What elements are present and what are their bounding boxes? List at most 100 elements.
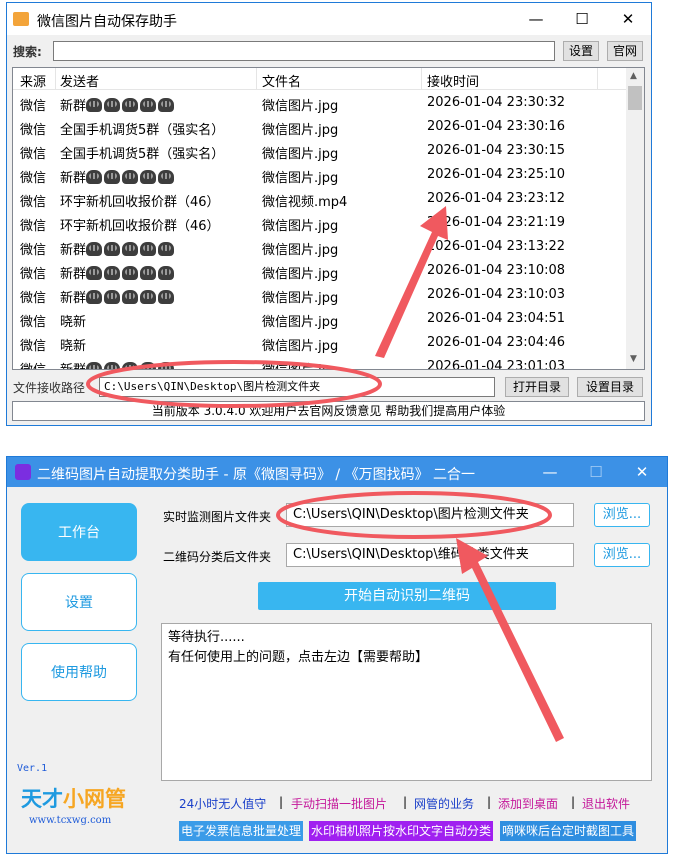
maximize-button[interactable]: ☐ (559, 7, 605, 31)
cell-text: 微信 (20, 123, 47, 138)
cell-text: 2026-01-04 23:04:51 (427, 311, 566, 326)
header-source[interactable]: 来源 (20, 71, 46, 90)
scroll-up-icon[interactable]: ▲ (630, 71, 637, 81)
table-row[interactable]: 微信 新群 微信图片.jpg 2026-01-04 23:10:03 (13, 284, 626, 308)
link-separator: | (403, 795, 408, 809)
table-row[interactable]: 微信 新群 微信图片.jpg 2026-01-04 23:13:22 (13, 236, 626, 260)
cell-text: 2026-01-04 23:21:19 (427, 215, 566, 230)
table-row[interactable]: 微信 全国手机调货5群（强实名） 微信图片.jpg 2026-01-04 23:30:… (13, 116, 626, 140)
sticker-emoji-icon (140, 266, 157, 280)
sticker-emoji-icon (158, 170, 175, 184)
settings-button[interactable]: 设置 (563, 41, 599, 61)
log-line: 有任何使用上的问题，点击左边【需要帮助】 (168, 650, 429, 665)
cell-text: 新群 (60, 99, 87, 114)
table-row[interactable]: 微信 新群 微信图片.jpg 2026-01-04 23:25:10 (13, 164, 626, 188)
sticker-emoji-icon (122, 266, 139, 280)
table-row[interactable]: 微信 环宇新机回收报价群（46） 微信图片.jpg 2026-01-04 23:21:… (13, 212, 626, 236)
header-received-time[interactable]: 接收时间 (427, 71, 479, 90)
link-manual-scan[interactable]: 手动扫描一批图片 (291, 795, 387, 812)
log-output[interactable]: 等待执行...... 有任何使用上的问题，点击左边【需要帮助】 (161, 623, 652, 781)
link-add-desktop[interactable]: 添加到桌面 (498, 795, 558, 812)
logo: 天才小网管 (21, 783, 126, 813)
tag-invoice-tool[interactable]: 电子发票信息批量处理 (179, 821, 304, 841)
cell-source: 微信 (20, 191, 46, 210)
link-exit[interactable]: 退出软件 (582, 795, 630, 812)
link-netadmin-business[interactable]: 网管的业务 (414, 795, 474, 812)
cell-source: 微信 (20, 95, 46, 114)
cell-file: 微信图片.jpg (262, 239, 338, 258)
cell-file: 微信图片.jpg (262, 287, 338, 306)
cell-text: 微信 (20, 363, 46, 369)
sticker-emoji-icon (104, 290, 121, 304)
tag-watermark-tool[interactable]: 水印相机照片按水印文字自动分类 (309, 821, 494, 841)
official-site-button[interactable]: 官网 (607, 41, 643, 61)
cell-text: 2026-01-04 23:25:10 (427, 167, 566, 182)
cell-text: 晓新 (60, 315, 87, 330)
search-input[interactable] (53, 41, 555, 61)
link-unattended[interactable]: 24小时无人值守 (179, 795, 266, 812)
cell-text: 晓新 (60, 339, 87, 354)
cell-time: 2026-01-04 23:10:08 (427, 263, 565, 278)
logo-text-1: 天才 (21, 787, 63, 811)
nav-workbench[interactable]: 工作台 (21, 503, 137, 561)
cell-text: 微信 (20, 147, 47, 162)
cell-text: 微信图片.jpg (262, 363, 338, 369)
cell-time: 2026-01-04 23:25:10 (427, 167, 565, 182)
link-separator: | (279, 795, 284, 809)
cell-text: 新群 (60, 243, 87, 258)
cell-text: 2026-01-04 23:30:16 (427, 119, 566, 134)
sticker-emoji-icon (86, 266, 103, 280)
classify-folder-input[interactable]: C:\Users\QIN\Desktop\维码分类文件夹 (286, 543, 574, 567)
table-row[interactable]: 微信 晓新 微信图片.jpg 2026-01-04 23:04:46 (13, 332, 626, 356)
cell-sender: 晓新 (60, 311, 86, 330)
close-button[interactable]: ✕ (605, 7, 651, 31)
set-folder-button[interactable]: 设置目录 (577, 377, 643, 397)
sticker-emoji-icon (140, 242, 157, 256)
window-title: 微信图片自动保存助手 (37, 14, 177, 30)
cell-text: 新群 (60, 291, 87, 306)
table-row[interactable]: 微信 新群 微信图片.jpg 2026-01-04 23:30:32 (13, 92, 626, 116)
table-row[interactable]: 微信 全国手机调货5群（强实名） 微信图片.jpg 2026-01-04 23:30:… (13, 140, 626, 164)
table-row[interactable]: 微信 新群 微信图片.jpg 2026-01-04 23:01:03 (13, 356, 626, 369)
cell-text: 2026-01-04 23:10:03 (427, 287, 566, 302)
received-files-list[interactable]: 来源 发送者 文件名 接收时间 微信 新群 微信图片.jpg 2026-01-04 2… (12, 67, 645, 370)
cell-text: 微信视频.mp4 (262, 195, 348, 210)
receive-path-input[interactable]: C:\Users\QIN\Desktop\图片检测文件夹 (99, 377, 495, 397)
cell-text: 微信 (20, 219, 47, 234)
sticker-emoji-icon (140, 170, 157, 184)
nav-help[interactable]: 使用帮助 (21, 643, 137, 701)
table-row[interactable]: 微信 环宇新机回收报价群（46） 微信视频.mp4 2026-01-04 23:23:… (13, 188, 626, 212)
table-row[interactable]: 微信 新群 微信图片.jpg 2026-01-04 23:10:08 (13, 260, 626, 284)
table-row[interactable]: 微信 晓新 微信图片.jpg 2026-01-04 23:04:51 (13, 308, 626, 332)
header-filename[interactable]: 文件名 (262, 71, 301, 90)
maximize-button[interactable]: ☐ (573, 460, 619, 484)
cell-text: 2026-01-04 23:30:15 (427, 143, 566, 158)
sticker-emoji-icon (122, 362, 139, 369)
cell-text: 微信 (20, 291, 47, 306)
monitor-browse-button[interactable]: 浏览... (594, 503, 650, 527)
scrollbar-thumb[interactable] (628, 86, 642, 110)
logo-url: www.tcxwg.com (29, 815, 112, 826)
tag-screenshot-tool[interactable]: 嘀咪咪后台定时截图工具 (500, 821, 637, 841)
cell-text: 微信 (20, 243, 47, 258)
vertical-scrollbar[interactable]: ▲ ▼ (626, 68, 644, 369)
cell-source: 微信 (20, 119, 46, 138)
start-recognition-button[interactable]: 开始自动识别二维码 (258, 582, 556, 610)
cell-source: 微信 (20, 311, 46, 330)
sticker-emoji-icon (158, 362, 175, 369)
cell-text: 微信图片.jpg (262, 219, 339, 234)
minimize-button[interactable]: — (513, 7, 559, 31)
minimize-button[interactable]: — (527, 460, 573, 484)
cell-time: 2026-01-04 23:04:46 (427, 335, 565, 350)
open-folder-button[interactable]: 打开目录 (505, 377, 569, 397)
cell-text: 2026-01-04 23:04:46 (427, 335, 566, 350)
monitor-folder-label: 实时监测图片文件夹 (163, 510, 272, 524)
cell-sender: 新群 (60, 287, 176, 306)
nav-settings[interactable]: 设置 (21, 573, 137, 631)
header-sender[interactable]: 发送者 (60, 71, 99, 90)
close-button[interactable]: ✕ (619, 460, 665, 484)
cell-file: 微信图片.jpg (262, 143, 338, 162)
monitor-folder-input[interactable]: C:\Users\QIN\Desktop\图片检测文件夹 (286, 503, 574, 527)
classify-browse-button[interactable]: 浏览... (594, 543, 650, 567)
scroll-down-icon[interactable]: ▼ (630, 354, 637, 364)
